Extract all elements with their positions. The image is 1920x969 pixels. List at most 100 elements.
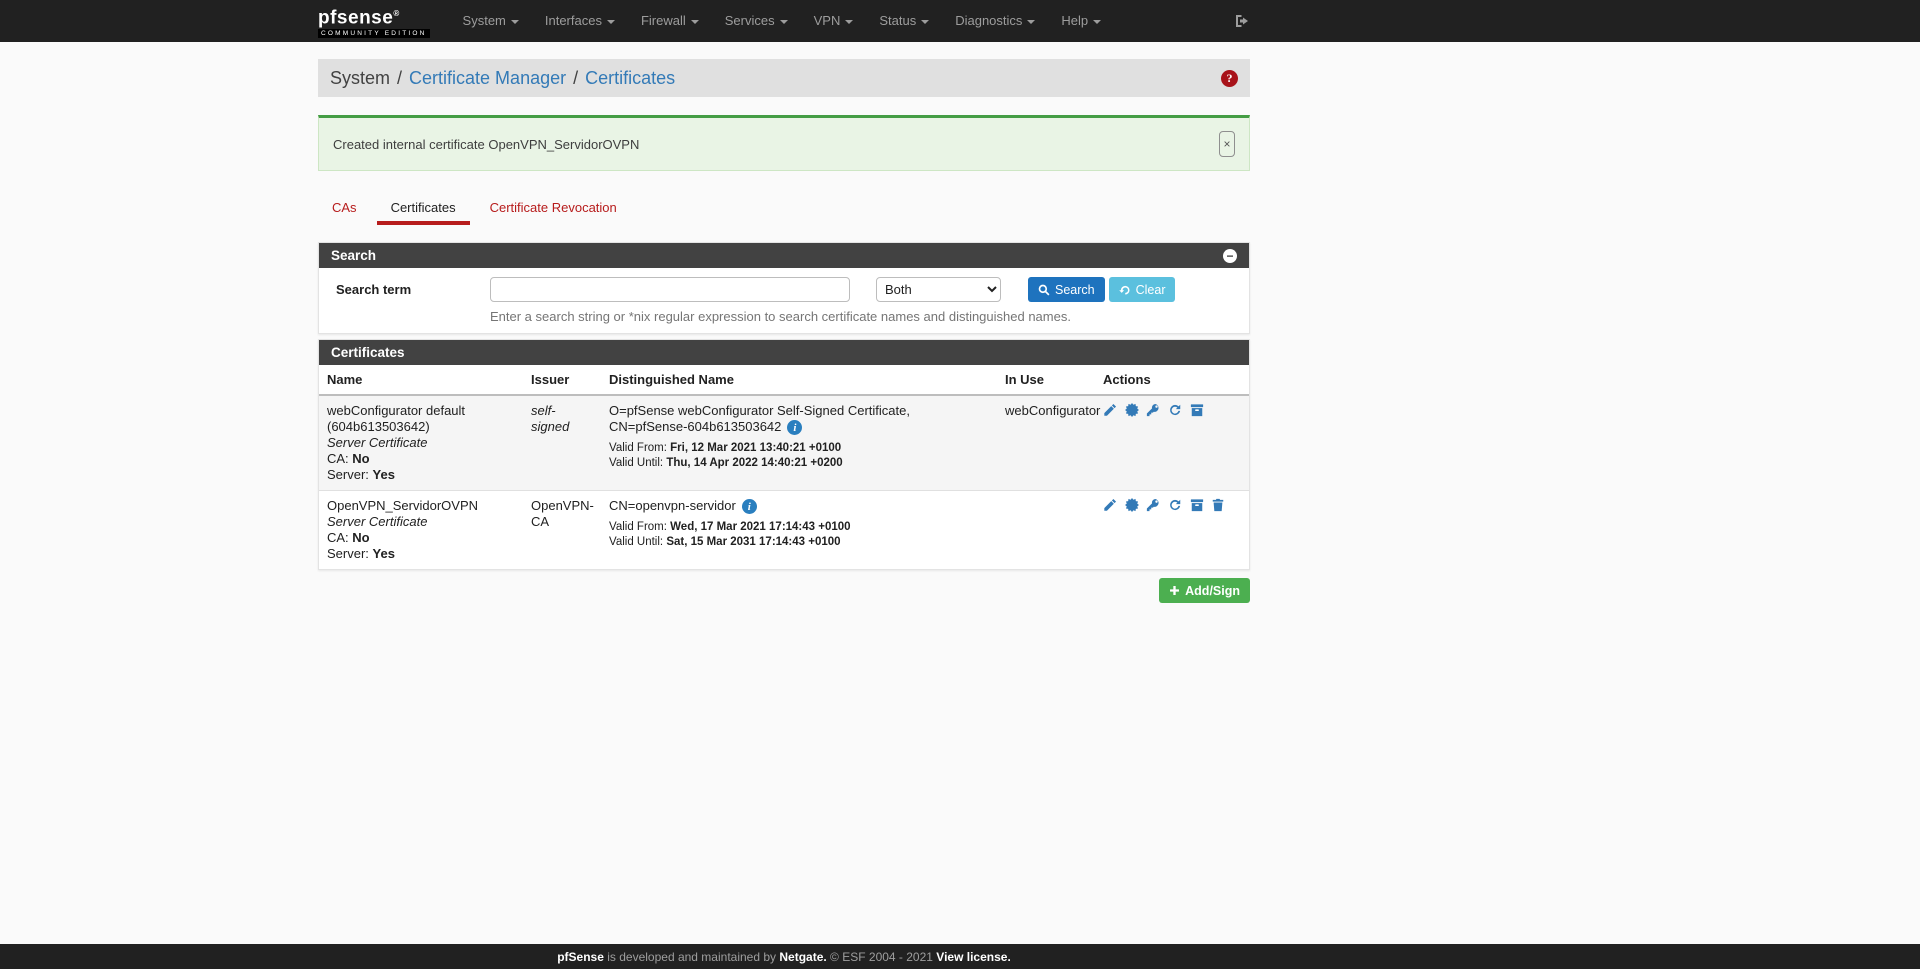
cert-ca-flag: CA: No	[327, 451, 370, 466]
view-license-link[interactable]: View license.	[936, 950, 1011, 964]
refresh-icon	[1169, 404, 1181, 416]
breadcrumb-link-certificates[interactable]: Certificates	[585, 68, 675, 89]
search-panel-body: Search term Both Search Clear Enter a se…	[319, 268, 1249, 333]
info-icon[interactable]: i	[741, 499, 757, 515]
success-alert: Created internal certificate OpenVPN_Ser…	[318, 115, 1250, 171]
column-header-actions: Actions	[1095, 365, 1249, 396]
cert-name-cell: OpenVPN_ServidorOVPN Server Certificate …	[319, 490, 523, 569]
add-sign-button[interactable]: Add/Sign	[1159, 578, 1250, 603]
undo-icon	[1118, 285, 1130, 294]
cert-valid-from: Valid From: Wed, 17 Mar 2021 17:14:43 +0…	[609, 521, 851, 534]
cert-server-flag: Server: Yes	[327, 546, 395, 561]
table-header-row: Name Issuer Distinguished Name In Use Ac…	[319, 365, 1249, 396]
search-panel: Search − Search term Both Search Clear E…	[318, 242, 1250, 334]
clear-button[interactable]: Clear	[1108, 277, 1176, 302]
breadcrumb-separator: /	[397, 67, 403, 88]
export-key-button[interactable]	[1146, 403, 1160, 420]
search-panel-title: Search	[331, 248, 377, 263]
cert-dn-cell: O=pfSense webConfigurator Self-Signed Ce…	[601, 394, 997, 491]
page-footer: pfSense is developed and maintained by N…	[0, 944, 1920, 969]
nav-item-help[interactable]: Help	[1048, 0, 1114, 42]
search-button[interactable]: Search	[1028, 277, 1105, 302]
breadcrumb-separator: /	[573, 67, 579, 88]
cert-dn: CN=openvpn-servidor	[609, 498, 736, 513]
pfsense-logo[interactable]: pfsense® COMMUNITY EDITION	[318, 4, 430, 38]
column-header-distinguished-name: Distinguished Name	[601, 365, 997, 396]
nav-item-vpn[interactable]: VPN	[801, 0, 867, 42]
netgate-link[interactable]: Netgate.	[779, 950, 826, 964]
column-header-issuer: Issuer	[523, 365, 601, 396]
help-icon[interactable]: ?	[1221, 69, 1238, 87]
breadcrumb: System / Certificate Manager / Certifica…	[330, 68, 675, 89]
certificates-table: Name Issuer Distinguished Name In Use Ac…	[319, 365, 1249, 569]
chevron-down-icon	[510, 19, 519, 24]
alert-message: Created internal certificate OpenVPN_Ser…	[333, 136, 640, 152]
nav-item-interfaces[interactable]: Interfaces	[532, 0, 628, 42]
tab-cas[interactable]: CAs	[318, 194, 371, 225]
archive-icon	[1190, 404, 1203, 417]
cert-in-use-cell: webConfigurator	[997, 394, 1100, 491]
renew-certificate-button[interactable]	[1168, 498, 1182, 515]
certificates-panel-heading: Certificates	[319, 340, 1249, 365]
chevron-down-icon	[921, 19, 930, 24]
brand-name: pfsense®	[318, 7, 400, 29]
edit-certificate-button[interactable]	[1103, 403, 1117, 420]
breadcrumb-bar: System / Certificate Manager / Certifica…	[318, 59, 1250, 97]
certificates-panel-title: Certificates	[331, 345, 405, 360]
main-menu: System Interfaces Firewall Services VPN …	[450, 0, 1115, 42]
export-key-button[interactable]	[1146, 498, 1160, 515]
pencil-icon	[1104, 403, 1117, 416]
chevron-down-icon	[690, 19, 699, 24]
footer-brand: pfSense	[557, 949, 604, 964]
footer-text: is developed and maintained by	[603, 949, 780, 964]
search-scope-select[interactable]: Both	[876, 277, 1001, 302]
tab-certificate-revocation[interactable]: Certificate Revocation	[476, 194, 631, 225]
cert-valid-until: Valid Until: Sat, 15 Mar 2031 17:14:43 +…	[609, 536, 841, 549]
nav-item-diagnostics[interactable]: Diagnostics	[942, 0, 1048, 42]
nav-item-system[interactable]: System	[450, 0, 532, 42]
export-p12-button[interactable]	[1190, 403, 1204, 420]
table-row: webConfigurator default (604b613503642) …	[319, 394, 1249, 491]
info-icon[interactable]: i	[787, 420, 803, 436]
search-hint: Enter a search string or *nix regular ex…	[490, 309, 1071, 324]
export-certificate-button[interactable]	[1124, 498, 1139, 515]
certificate-seal-icon	[1124, 403, 1139, 417]
table-row: OpenVPN_ServidorOVPN Server Certificate …	[319, 490, 1249, 569]
nav-item-status[interactable]: Status	[866, 0, 942, 42]
cert-actions-cell	[1095, 394, 1249, 491]
close-icon[interactable]: ×	[1219, 131, 1235, 157]
nav-item-services[interactable]: Services	[712, 0, 801, 42]
renew-certificate-button[interactable]	[1168, 403, 1182, 420]
column-header-in-use: In Use	[997, 365, 1095, 396]
key-icon	[1147, 404, 1159, 417]
chevron-down-icon	[845, 19, 854, 24]
export-certificate-button[interactable]	[1124, 403, 1139, 420]
trash-icon	[1212, 498, 1224, 512]
cert-ca-flag: CA: No	[327, 530, 370, 545]
cert-type: Server Certificate	[327, 514, 428, 529]
cert-valid-from: Valid From: Fri, 12 Mar 2021 13:40:21 +0…	[609, 442, 842, 455]
cert-server-flag: Server: Yes	[327, 467, 395, 482]
certificates-panel: Certificates Name Issuer Distinguished N…	[318, 339, 1250, 570]
cert-dn-cell: CN=openvpn-servidor i Valid From: Wed, 17…	[601, 490, 997, 569]
pencil-icon	[1104, 498, 1117, 511]
search-icon	[1038, 284, 1050, 295]
delete-certificate-button[interactable]	[1211, 498, 1225, 515]
column-header-name: Name	[319, 365, 523, 396]
search-panel-heading: Search −	[319, 243, 1249, 268]
refresh-icon	[1169, 499, 1181, 511]
logout-button[interactable]	[1234, 13, 1250, 29]
breadcrumb-link-certificate-manager[interactable]: Certificate Manager	[409, 68, 566, 89]
export-p12-button[interactable]	[1190, 498, 1204, 515]
edit-certificate-button[interactable]	[1103, 498, 1117, 515]
search-term-label: Search term	[336, 282, 412, 297]
key-icon	[1147, 499, 1159, 512]
cert-valid-until: Valid Until: Thu, 14 Apr 2022 14:40:21 +…	[609, 457, 843, 470]
collapse-panel-icon[interactable]: −	[1223, 248, 1237, 263]
cert-actions-cell	[1095, 490, 1249, 569]
search-term-input[interactable]	[490, 277, 850, 302]
tab-certificates[interactable]: Certificates	[376, 194, 470, 225]
nav-item-firewall[interactable]: Firewall	[628, 0, 712, 42]
chevron-down-icon	[1027, 19, 1036, 24]
cert-name-cell: webConfigurator default (604b613503642) …	[319, 394, 523, 491]
